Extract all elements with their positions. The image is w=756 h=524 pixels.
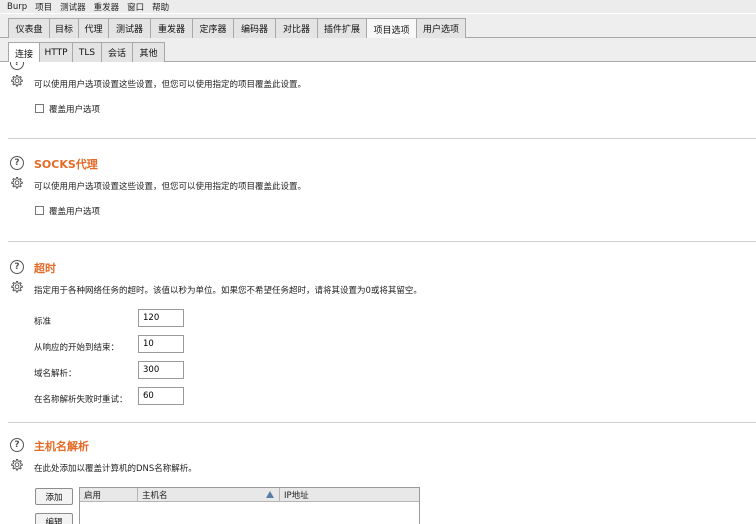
tab-repeater[interactable]: 重发器 (150, 18, 193, 38)
timeout-dns-label: 域名解析： (34, 369, 77, 379)
socks-override-checkbox[interactable] (35, 206, 44, 215)
timeouts-title: 超时 (34, 262, 56, 275)
edit-button[interactable]: 编辑 (35, 513, 73, 524)
menu-bar: Burp 项目 测试器 重发器 窗口 帮助 (0, 0, 756, 13)
gear-icon[interactable] (9, 280, 24, 295)
menu-burp[interactable]: Burp (7, 2, 27, 12)
column-header-hostname-label: 主机名 (142, 491, 168, 501)
socks-override-label: 覆盖用户选项 (49, 207, 101, 217)
subtab-sessions[interactable]: 会话 (101, 42, 133, 62)
timeout-failed-dns-input[interactable]: 60 (138, 387, 184, 405)
tab-intruder[interactable]: 测试器 (108, 18, 151, 38)
help-icon[interactable]: ? (10, 260, 24, 274)
socks-title: SOCKS代理 (34, 158, 98, 171)
section-divider (8, 241, 756, 242)
menu-intruder[interactable]: 测试器 (60, 1, 86, 13)
gear-icon[interactable] (9, 74, 24, 89)
menu-help[interactable]: 帮助 (152, 1, 169, 13)
top-override-label: 覆盖用户选项 (49, 105, 101, 115)
subtab-http[interactable]: HTTP (39, 42, 73, 62)
main-tab-bar: 仪表盘 目标 代理 测试器 重发器 定序器 编码器 对比器 插件扩展 项目选项 … (0, 14, 756, 39)
column-header-enabled[interactable]: 启用 (80, 488, 138, 502)
column-header-hostname[interactable]: 主机名 (138, 488, 280, 502)
top-override-checkbox[interactable] (35, 104, 44, 113)
gear-icon[interactable] (9, 458, 24, 473)
tab-comparer[interactable]: 对比器 (275, 18, 318, 38)
timeout-failed-dns-label: 在名称解析失败时重试： (34, 395, 128, 405)
column-header-ip[interactable]: IP地址 (280, 488, 419, 502)
timeout-normal-input[interactable]: 120 (138, 309, 184, 327)
tab-user-options[interactable]: 用户选项 (416, 18, 466, 38)
menu-repeater[interactable]: 重发器 (94, 1, 120, 13)
menu-project[interactable]: 项目 (35, 1, 52, 13)
subtab-tls[interactable]: TLS (72, 42, 102, 62)
sort-ascending-icon (266, 491, 274, 498)
help-icon[interactable]: ? (10, 156, 24, 170)
section-divider (8, 422, 756, 423)
sub-tab-bar: 连接 HTTP TLS 会话 其他 (0, 38, 756, 63)
tab-project-options[interactable]: 项目选项 (366, 18, 417, 39)
tab-proxy[interactable]: 代理 (78, 18, 109, 38)
help-icon[interactable]: ? (10, 438, 24, 452)
timeout-dns-input[interactable]: 300 (138, 361, 184, 379)
socks-description: 可以使用用户选项设置这些设置，但您可以使用指定的项目覆盖此设置。 (34, 182, 307, 192)
tab-sequencer[interactable]: 定序器 (192, 18, 234, 38)
top-description: 可以使用用户选项设置这些设置，但您可以使用指定的项目覆盖此设置。 (34, 80, 307, 90)
hostname-resolution-title: 主机名解析 (34, 440, 89, 453)
hostname-table[interactable]: 启用 主机名 IP地址 (79, 487, 420, 524)
subtab-misc[interactable]: 其他 (132, 42, 165, 62)
tab-dashboard[interactable]: 仪表盘 (8, 18, 50, 38)
gear-icon[interactable] (9, 176, 24, 191)
subtab-connections[interactable]: 连接 (8, 42, 40, 63)
tab-extender[interactable]: 插件扩展 (317, 18, 367, 38)
timeout-normal-label: 标准 (34, 317, 52, 327)
timeouts-description: 指定用于各种网络任务的超时。该值以秒为单位。如果您不希望任务超时，请将其设置为0… (34, 286, 422, 296)
tab-target[interactable]: 目标 (49, 18, 79, 38)
tab-decoder[interactable]: 编码器 (233, 18, 276, 38)
help-icon[interactable]: ? (10, 62, 24, 70)
timeout-open-ended-input[interactable]: 10 (138, 335, 184, 353)
options-panel[interactable]: ? 可以使用用户选项设置这些设置，但您可以使用指定的项目覆盖此设置。 覆盖用户选… (0, 62, 756, 524)
hostname-description: 在此处添加以覆盖计算机的DNS名称解析。 (34, 464, 197, 474)
add-button[interactable]: 添加 (35, 488, 73, 505)
menu-window[interactable]: 窗口 (127, 1, 144, 13)
timeout-open-ended-label: 从响应的开始到结束： (34, 343, 120, 353)
section-divider (8, 138, 756, 139)
table-header: 启用 主机名 IP地址 (80, 488, 419, 502)
